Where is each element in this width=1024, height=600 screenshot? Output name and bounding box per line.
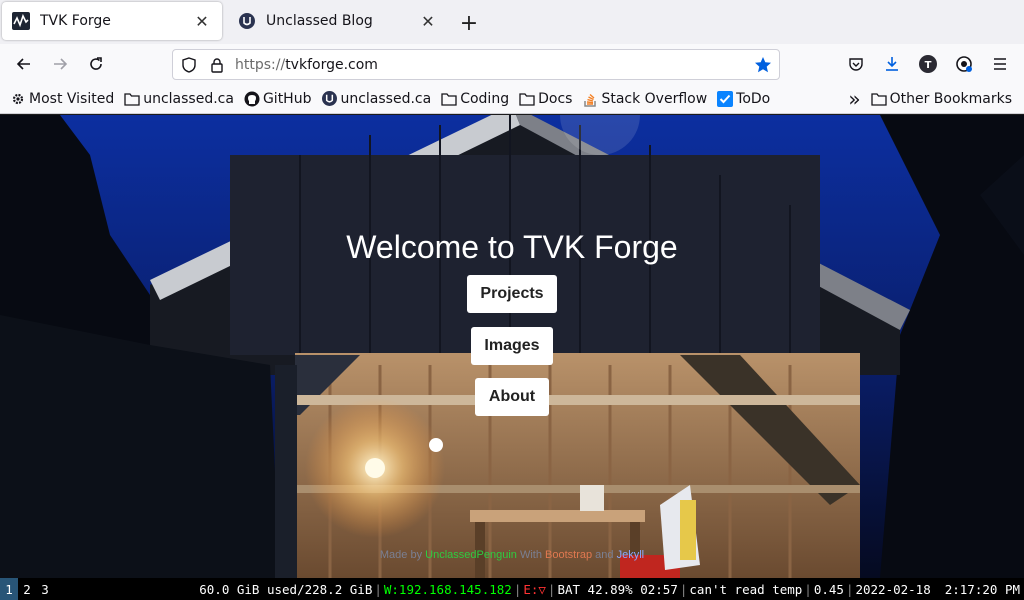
about-button[interactable]: About bbox=[475, 378, 549, 416]
url-bar[interactable]: https://tvkforge.com bbox=[172, 49, 780, 80]
bookmark-docs-folder[interactable]: Docs bbox=[519, 91, 572, 107]
separator: | bbox=[679, 581, 688, 597]
tab-unclassed-blog[interactable]: Unclassed Blog ✕ bbox=[228, 2, 448, 40]
clock: 2:17:20 PM bbox=[944, 581, 1020, 597]
close-tab-icon[interactable]: ✕ bbox=[192, 11, 212, 31]
tab-tvk-forge[interactable]: TVK Forge ✕ bbox=[2, 2, 222, 40]
stackoverflow-icon bbox=[582, 91, 598, 107]
bookmark-github[interactable]: GitHub bbox=[244, 90, 312, 107]
footer-author-link[interactable]: UnclassedPenguin bbox=[425, 549, 517, 561]
download-icon bbox=[886, 57, 898, 71]
temperature-status: can't read temp bbox=[689, 581, 803, 597]
footer-jekyll-link[interactable]: Jekyll bbox=[617, 549, 645, 561]
workspace-button-2[interactable]: 2 bbox=[18, 578, 36, 600]
bookmark-unclassed-folder[interactable]: unclassed.ca bbox=[124, 91, 234, 107]
projects-button[interactable]: Projects bbox=[467, 275, 557, 313]
bookmarks-overflow-chevron-icon[interactable]: » bbox=[848, 87, 860, 111]
ethernet-status: E:▽ bbox=[523, 581, 546, 597]
bookmark-unclassed[interactable]: unclassed.ca bbox=[321, 91, 431, 107]
tab-title: TVK Forge bbox=[40, 13, 111, 29]
folder-icon bbox=[870, 91, 887, 107]
tvk-forge-icon bbox=[12, 12, 30, 30]
pocket-icon bbox=[849, 58, 863, 71]
bookmark-label: GitHub bbox=[262, 90, 312, 107]
svg-text:T: T bbox=[925, 60, 932, 71]
bookmark-label: ToDo bbox=[736, 90, 771, 107]
account-button[interactable]: T bbox=[914, 50, 942, 78]
separator: | bbox=[374, 581, 382, 597]
menu-button[interactable] bbox=[986, 50, 1014, 78]
lock-icon[interactable] bbox=[207, 55, 227, 75]
wifi-status: W:192.168.145.182 bbox=[383, 581, 512, 597]
disk-usage: 60.0 GiB used/228.2 GiB bbox=[199, 581, 373, 597]
downloads-button[interactable] bbox=[878, 50, 906, 78]
footer-and: and bbox=[595, 549, 614, 561]
gear-icon bbox=[10, 91, 26, 107]
folder-icon bbox=[519, 91, 535, 107]
separator: | bbox=[513, 581, 522, 597]
github-icon bbox=[244, 91, 260, 107]
bookmark-other-folder[interactable]: Other Bookmarks bbox=[870, 91, 1012, 107]
separator: | bbox=[547, 581, 556, 597]
folder-icon bbox=[124, 91, 140, 107]
date: 2022-02-18 bbox=[855, 581, 931, 597]
bookmark-coding-folder[interactable]: Coding bbox=[441, 91, 509, 107]
bookmark-label: unclassed.ca bbox=[143, 90, 234, 107]
bookmark-label: Other Bookmarks bbox=[889, 91, 1012, 107]
new-tab-button[interactable]: + bbox=[456, 10, 482, 36]
bookmark-label: unclassed.ca bbox=[340, 90, 432, 107]
folder-icon bbox=[441, 91, 457, 107]
tab-strip: TVK Forge ✕ Unclassed Blog ✕ + bbox=[0, 0, 1024, 44]
reload-button[interactable] bbox=[82, 50, 110, 78]
bookmark-stack-overflow[interactable]: Stack Overflow bbox=[582, 91, 707, 107]
footer-made-by: Made by bbox=[379, 549, 423, 561]
hamburger-menu-icon bbox=[994, 58, 1006, 70]
images-button[interactable]: Images bbox=[471, 327, 553, 365]
tab-title: Unclassed Blog bbox=[266, 13, 373, 29]
web-page: Welcome to TVK Forge Projects Images Abo… bbox=[0, 115, 1024, 578]
bookmark-todo[interactable]: ToDo bbox=[717, 90, 771, 107]
page-footer: Made by UnclassedPenguin With Bootstrap … bbox=[0, 549, 1024, 561]
forward-arrow-icon bbox=[54, 58, 68, 70]
unclassed-icon bbox=[238, 12, 256, 30]
footer-bootstrap-link[interactable]: Bootstrap bbox=[545, 549, 592, 561]
bookmark-star-icon[interactable] bbox=[753, 55, 773, 75]
url-text[interactable]: https://tvkforge.com bbox=[235, 57, 378, 73]
bookmark-label: Coding bbox=[460, 90, 510, 107]
separator: | bbox=[845, 581, 854, 597]
status-items: 60.0 GiB used/228.2 GiB | W:192.168.145.… bbox=[199, 578, 1020, 600]
navigation-toolbar: https://tvkforge.com T bbox=[0, 44, 1024, 84]
page-heading: Welcome to TVK Forge bbox=[346, 229, 678, 265]
bookmark-label: Docs bbox=[538, 90, 573, 107]
separator: | bbox=[804, 581, 812, 597]
account-avatar-icon: T bbox=[919, 55, 937, 73]
bookmark-most-visited[interactable]: Most Visited bbox=[10, 91, 114, 107]
forward-button[interactable] bbox=[46, 50, 74, 78]
load-average: 0.45 bbox=[813, 581, 844, 597]
shield-icon[interactable] bbox=[179, 55, 199, 75]
workspace-button-1[interactable]: 1 bbox=[0, 578, 18, 600]
workspace-button-3[interactable]: 3 bbox=[36, 578, 54, 600]
bookmarks-right: » Other Bookmarks bbox=[848, 84, 1012, 114]
bookmark-label: Stack Overflow bbox=[601, 90, 708, 107]
battery-status: BAT 42.89% 02:57 bbox=[557, 581, 678, 597]
back-button[interactable] bbox=[10, 50, 38, 78]
reload-icon bbox=[90, 57, 102, 70]
bookmark-label: Most Visited bbox=[29, 90, 115, 107]
extension-button[interactable] bbox=[950, 50, 978, 78]
footer-with: With bbox=[519, 549, 542, 561]
checkbox-icon bbox=[717, 90, 734, 107]
unclassed-icon bbox=[321, 91, 337, 107]
bookmarks-toolbar: Most Visited unclassed.ca GitHub unclass… bbox=[0, 84, 1024, 114]
close-tab-icon[interactable]: ✕ bbox=[418, 11, 438, 31]
extension-icon bbox=[956, 56, 972, 72]
pocket-button[interactable] bbox=[842, 50, 870, 78]
system-status-bar: 1 2 3 60.0 GiB used/228.2 GiB | W:192.16… bbox=[0, 578, 1024, 600]
back-arrow-icon bbox=[16, 58, 30, 70]
